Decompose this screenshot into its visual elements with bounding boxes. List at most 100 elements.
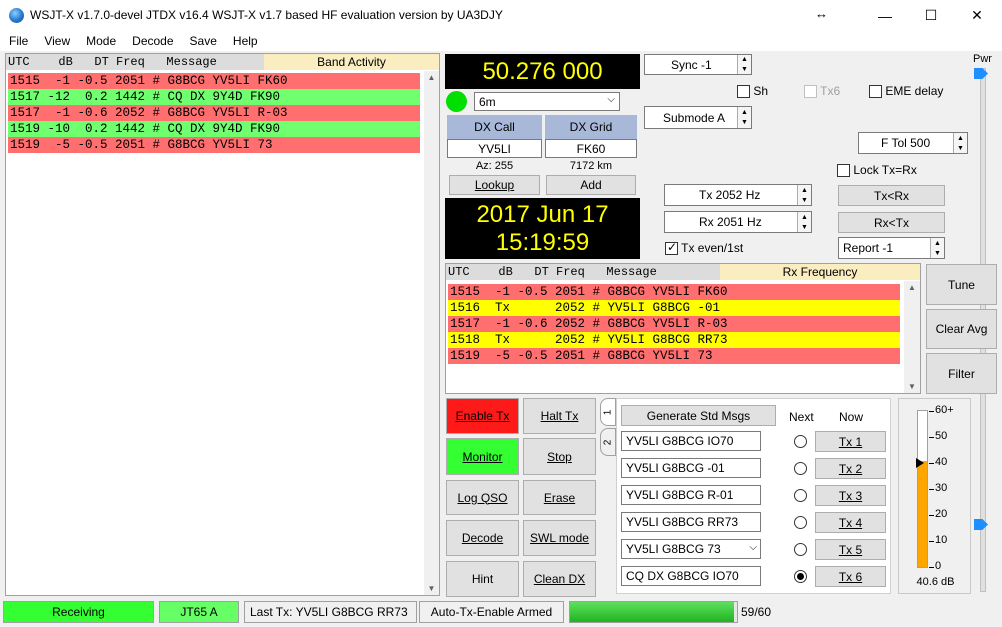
- next-radio[interactable]: [794, 516, 807, 529]
- close-button[interactable]: ✕: [954, 0, 1000, 31]
- tune-button[interactable]: Tune: [926, 264, 997, 305]
- clear-avg-button[interactable]: Clear Avg: [926, 309, 997, 349]
- add-button[interactable]: Add: [546, 175, 636, 195]
- tab-2[interactable]: 2: [600, 428, 616, 456]
- tx-frequency-spinbox[interactable]: Tx 2052 Hz ▲ ▼: [664, 184, 812, 206]
- band-activity-list[interactable]: 1515 -1 -0.5 2051 # G8BCG YV5LI FK60 151…: [8, 73, 420, 153]
- erase-button[interactable]: Erase: [523, 480, 596, 515]
- peak-marker-icon: [916, 458, 924, 468]
- tx-message-field[interactable]: YV5LI G8BCG 73 ⌵: [621, 539, 761, 559]
- meter-tick-label: 40: [935, 456, 948, 468]
- monitor-button[interactable]: Monitor: [446, 438, 519, 475]
- rx-frequency-panel: UTC dB DT Freq Message Rx Frequency 1515…: [445, 263, 921, 394]
- enable-tx-button[interactable]: Enable Tx: [446, 398, 519, 434]
- date-text: 2017 Jun 17: [476, 201, 609, 228]
- lookup-button[interactable]: Lookup: [449, 175, 540, 195]
- rx-frequency-row[interactable]: 1519 -5 -0.5 2051 # G8BCG YV5LI 73: [448, 348, 900, 364]
- ftol-spinbox[interactable]: F Tol 500 ▲ ▼: [858, 132, 968, 154]
- next-radio[interactable]: [794, 570, 807, 583]
- band-activity-scrollbar[interactable]: ▲ ▼: [424, 71, 439, 595]
- tx-message-field[interactable]: YV5LI G8BCG IO70: [621, 431, 761, 451]
- next-radio[interactable]: [794, 435, 807, 448]
- resize-icon: ↔: [815, 6, 828, 21]
- rx-frequency-spinbox[interactable]: Rx 2051 Hz ▲ ▼: [664, 211, 812, 233]
- next-radio[interactable]: [794, 543, 807, 556]
- spin-arrows-icon[interactable]: ▲ ▼: [953, 133, 967, 153]
- rx-lt-tx-button[interactable]: Rx<Tx: [838, 212, 945, 233]
- rx-frequency-scrollbar[interactable]: ▲ ▼: [904, 281, 920, 393]
- filter-button[interactable]: Filter: [926, 353, 997, 394]
- generate-std-msgs-button[interactable]: Generate Std Msgs: [621, 405, 776, 426]
- tx-3-button[interactable]: Tx 3: [815, 485, 886, 506]
- rx-frequency-row[interactable]: 1516 Tx 2052 # YV5LI G8BCG -01: [448, 300, 900, 316]
- sh-checkbox[interactable]: Sh: [737, 84, 768, 99]
- meter-tick-label: 10: [935, 534, 948, 546]
- dx-call-input[interactable]: YV5LI: [447, 139, 542, 158]
- meter-tick-label: 60+: [935, 404, 954, 416]
- next-radio[interactable]: [794, 462, 807, 475]
- last-tx-status: Last Tx: YV5LI G8BCG RR73: [244, 601, 417, 623]
- band-activity-row[interactable]: 1515 -1 -0.5 2051 # G8BCG YV5LI FK60: [8, 73, 420, 89]
- tx-even-checkbox[interactable]: ✓ Tx even/1st: [665, 240, 743, 256]
- band-activity-row[interactable]: 1519 -5 -0.5 2051 # G8BCG YV5LI 73: [8, 137, 420, 153]
- tx-message-field[interactable]: YV5LI G8BCG -01: [621, 458, 761, 478]
- menu-file[interactable]: File: [0, 31, 35, 51]
- next-label: Next: [789, 410, 814, 424]
- tx-6-button[interactable]: Tx 6: [815, 566, 886, 587]
- dx-grid-input[interactable]: FK60: [545, 139, 637, 158]
- tx-5-button[interactable]: Tx 5: [815, 539, 886, 560]
- next-radio[interactable]: [794, 489, 807, 502]
- rx-frequency-row[interactable]: 1517 -1 -0.6 2052 # G8BCG YV5LI R-03: [448, 316, 900, 332]
- tx-2-button[interactable]: Tx 2: [815, 458, 886, 479]
- spin-arrows-icon[interactable]: ▲ ▼: [737, 55, 751, 74]
- band-activity-row[interactable]: 1517 -1 -0.6 2052 # G8BCG YV5LI R-03: [8, 105, 420, 121]
- submode-spinbox[interactable]: Submode A ▲ ▼: [644, 106, 752, 129]
- clock-display: 2017 Jun 17 15:19:59: [445, 198, 640, 259]
- band-select[interactable]: 6m ⌵: [474, 92, 620, 111]
- rx-frequency-list[interactable]: 1515 -1 -0.5 2051 # G8BCG YV5LI FK60 151…: [448, 284, 900, 364]
- progress-bar: [569, 601, 738, 623]
- menu-view[interactable]: View: [35, 31, 77, 51]
- halt-tx-button[interactable]: Halt Tx: [523, 398, 596, 434]
- tx-lt-rx-button[interactable]: Tx<Rx: [838, 185, 945, 206]
- meter-tick: [929, 541, 934, 542]
- hint-button[interactable]: Hint: [446, 561, 519, 597]
- band-activity-row[interactable]: 1519 -10 0.2 1442 # CQ DX 9Y4D FK90: [8, 121, 420, 137]
- log-qso-button[interactable]: Log QSO: [446, 480, 519, 515]
- menu-save[interactable]: Save: [181, 31, 224, 51]
- spin-arrows-icon[interactable]: ▲ ▼: [930, 238, 944, 258]
- tx6-checkbox: Tx6: [804, 84, 840, 99]
- maximize-button[interactable]: ☐: [908, 0, 954, 31]
- tx-message-field[interactable]: YV5LI G8BCG RR73: [621, 512, 761, 532]
- meter-tick-label: 50: [935, 430, 948, 442]
- menu-help[interactable]: Help: [224, 31, 265, 51]
- spin-arrows-icon[interactable]: ▲ ▼: [797, 212, 811, 232]
- menu-decode[interactable]: Decode: [123, 31, 180, 51]
- decode-button[interactable]: Decode: [446, 520, 519, 556]
- rx-frequency-row[interactable]: 1515 -1 -0.5 2051 # G8BCG YV5LI FK60: [448, 284, 900, 300]
- report-spinbox[interactable]: Report -1 ▲ ▼: [838, 237, 945, 259]
- rx-frequency-row[interactable]: 1518 Tx 2052 # YV5LI G8BCG RR73: [448, 332, 900, 348]
- spin-arrows-icon[interactable]: ▲ ▼: [797, 185, 811, 205]
- swl-mode-button[interactable]: SWL mode: [523, 520, 596, 556]
- tx-4-button[interactable]: Tx 4: [815, 512, 886, 533]
- eme-delay-checkbox[interactable]: EME delay: [869, 84, 943, 99]
- tx-1-button[interactable]: Tx 1: [815, 431, 886, 452]
- chevron-down-icon: ⌵: [749, 542, 757, 553]
- tx-message-field[interactable]: YV5LI G8BCG R-01: [621, 485, 761, 505]
- band-activity-header: UTC dB DT Freq Message: [6, 54, 264, 70]
- tx-message-field[interactable]: CQ DX G8BCG IO70: [621, 566, 761, 586]
- clean-dx-button[interactable]: Clean DX: [523, 561, 596, 597]
- minimize-button[interactable]: —: [862, 0, 908, 31]
- band-activity-label: Band Activity: [264, 54, 439, 70]
- sync-spinbox[interactable]: Sync -1 ▲ ▼: [644, 54, 752, 75]
- band-activity-row[interactable]: 1517 -12 0.2 1442 # CQ DX 9Y4D FK90: [8, 89, 420, 105]
- time-text: 15:19:59: [495, 229, 590, 256]
- meter-tick: [929, 489, 934, 490]
- tab-1[interactable]: 1: [600, 398, 616, 426]
- spin-arrows-icon[interactable]: ▲ ▼: [737, 107, 751, 128]
- band-activity-panel: UTC dB DT Freq Message Band Activity 151…: [5, 53, 440, 596]
- menu-mode[interactable]: Mode: [77, 31, 123, 51]
- stop-button[interactable]: Stop: [523, 438, 596, 475]
- lock-tx-rx-checkbox[interactable]: Lock Tx=Rx: [837, 163, 917, 178]
